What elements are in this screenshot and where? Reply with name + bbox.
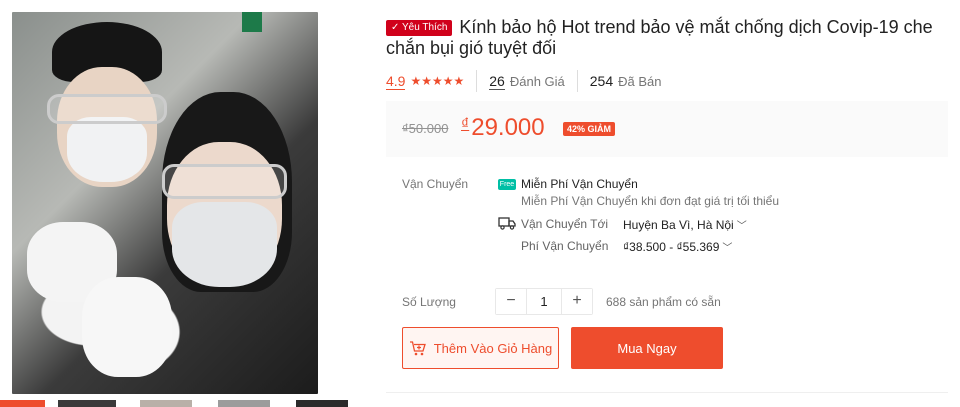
- shipping-fee-label: Phí Vận Chuyển: [521, 239, 609, 253]
- photo-shape: [67, 117, 147, 182]
- product-image[interactable]: [12, 12, 318, 394]
- shipping-fee-selector[interactable]: ₫38.500 - ₫55.369 ﹀: [623, 239, 732, 254]
- ship-to-selector[interactable]: Huyện Ba Vì, Hà Nội ﹀: [623, 217, 747, 232]
- favorite-badge: ✓ Yêu Thích: [386, 20, 453, 36]
- shipping-label: Vận Chuyển: [402, 177, 469, 191]
- chevron-down-icon: ﹀: [722, 243, 733, 254]
- current-price: ₫29.000: [461, 114, 545, 142]
- divider: [576, 70, 578, 92]
- currency-symbol: ₫: [461, 116, 470, 133]
- star-icon: ★★★★★: [410, 74, 465, 88]
- thumbnail-item[interactable]: [58, 400, 116, 407]
- exit-sign: [242, 12, 262, 32]
- photo-shape: [47, 94, 167, 124]
- sold-count: 254: [589, 73, 614, 89]
- chevron-down-icon: ﹀: [736, 221, 747, 232]
- product-title-text: Kính bảo hộ Hot trend bảo vệ mắt chống d…: [386, 17, 933, 58]
- free-shipping-title: Miễn Phí Vận Chuyển: [521, 177, 638, 191]
- sold-label: Đã Bán: [618, 73, 662, 89]
- buy-now-button[interactable]: Mua Ngay: [571, 327, 723, 369]
- thumbnail-item[interactable]: [0, 400, 45, 407]
- divider: [476, 70, 478, 92]
- add-to-cart-label: Thêm Vào Giỏ Hàng: [433, 340, 553, 356]
- rating-row: 4.9 ★★★★★ 26 Đánh Giá 254 Đã Bán: [386, 70, 662, 92]
- discount-badge: 42% GIẢM: [563, 122, 616, 136]
- thumbnail-item[interactable]: [140, 400, 192, 407]
- truck-icon: [498, 217, 516, 230]
- quantity-input[interactable]: 1: [526, 289, 562, 314]
- current-price-value: 29.000: [471, 114, 545, 141]
- thumbnail-strip: [0, 400, 360, 407]
- reviews-count[interactable]: 26: [489, 73, 505, 90]
- quantity-stepper: − 1 +: [495, 288, 593, 315]
- free-shipping-subtitle: Miễn Phí Vận Chuyển khi đơn đạt giá trị …: [521, 194, 780, 208]
- shipping-fee-value: ₫38.500 - ₫55.369: [623, 240, 720, 254]
- stock-available: 688 sản phẩm có sẵn: [606, 295, 721, 309]
- quantity-label: Số Lượng: [402, 295, 456, 309]
- increment-button[interactable]: +: [562, 289, 592, 314]
- photo-shape: [162, 164, 287, 199]
- decrement-button[interactable]: −: [496, 289, 526, 314]
- reviews-label: Đánh Giá: [509, 73, 565, 89]
- thumbnail-item[interactable]: [218, 400, 270, 407]
- product-title: ✓ Yêu Thích Kính bảo hộ Hot trend bảo vệ …: [386, 17, 946, 59]
- favorite-badge-label: Yêu Thích: [401, 22, 448, 33]
- cart-icon: [409, 340, 426, 355]
- photo-shape: [172, 202, 277, 287]
- ship-to-label: Vận Chuyển Tới: [521, 217, 609, 231]
- price-box: ₫50.000 ₫29.000 42% GIẢM: [386, 101, 948, 157]
- check-icon: ✓: [391, 22, 402, 33]
- photo-shape: [82, 277, 172, 377]
- ship-to-value: Huyện Ba Vì, Hà Nội: [623, 218, 734, 232]
- section-divider: [386, 392, 948, 393]
- free-shipping-icon: Free: [498, 179, 516, 190]
- original-price: ₫50.000: [402, 121, 449, 136]
- rating-value[interactable]: 4.9: [386, 73, 406, 90]
- add-to-cart-button[interactable]: Thêm Vào Giỏ Hàng: [402, 327, 559, 369]
- thumbnail-item[interactable]: [296, 400, 348, 407]
- buy-now-label: Mua Ngay: [617, 340, 677, 356]
